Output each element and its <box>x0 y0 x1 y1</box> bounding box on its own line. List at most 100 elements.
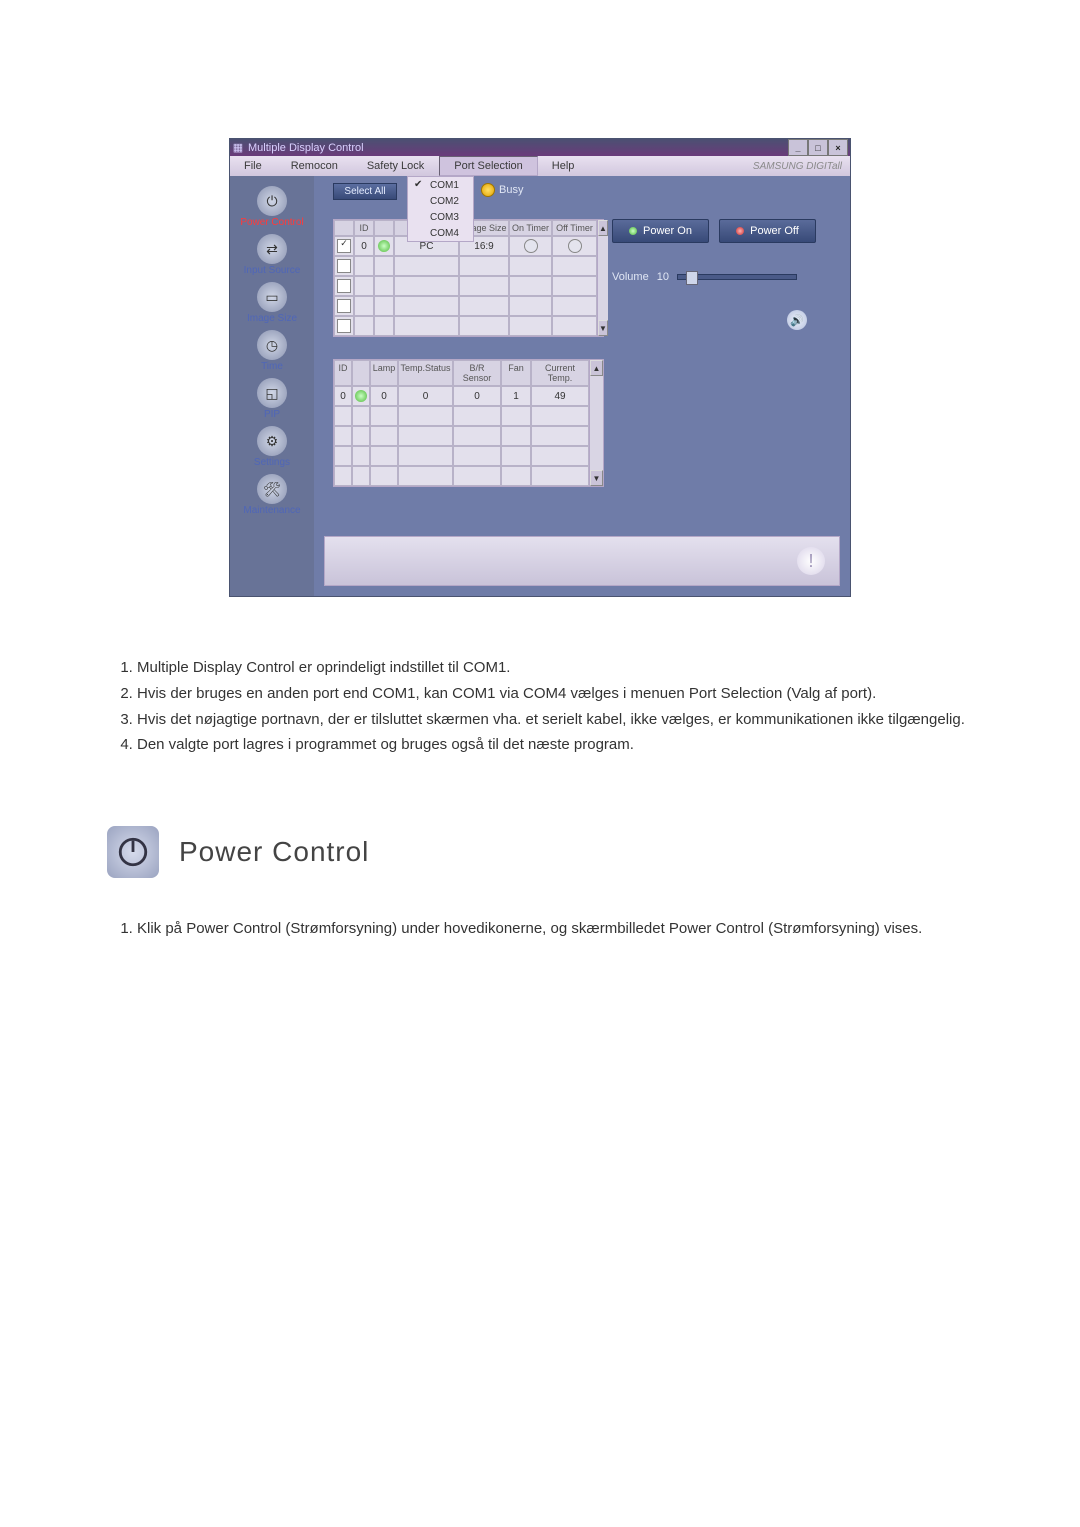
checkbox-empty <box>414 195 426 207</box>
col-fan: Fan <box>501 360 531 386</box>
pip-icon: ◱ <box>257 378 287 408</box>
power-icon: ⏻ <box>257 186 287 216</box>
volume-control: Volume 10 <box>612 271 820 283</box>
col-off-timer: Off Timer <box>552 220 597 236</box>
menu-port-selection[interactable]: Port Selection <box>439 156 537 176</box>
document-text: Klik på Power Control (Strømforsyning) u… <box>97 918 983 940</box>
speaker-button[interactable]: 🔊 <box>787 310 807 330</box>
port-com2[interactable]: COM2 <box>408 193 473 209</box>
row-checkbox[interactable] <box>337 299 351 313</box>
app-window: ▦ Multiple Display Control _ □ × File Re… <box>229 138 851 597</box>
port-label: COM2 <box>430 196 459 207</box>
col-id: ID <box>354 220 374 236</box>
sidebar: ⏻ Power Control ⇄ Input Source ▭ Image S… <box>230 176 314 596</box>
list-item: Klik på Power Control (Strømforsyning) u… <box>137 918 973 940</box>
port-label: COM3 <box>430 212 459 223</box>
section-title: Power Control <box>179 836 369 868</box>
sidebar-item-maintenance[interactable]: 🛠 Maintenance <box>230 470 314 518</box>
led-red-icon <box>736 227 744 235</box>
speaker-icon: 🔊 <box>790 314 804 327</box>
sidebar-item-label: Settings <box>254 457 290 468</box>
titlebar[interactable]: ▦ Multiple Display Control _ □ × <box>230 139 850 156</box>
maximize-button[interactable]: □ <box>808 139 828 156</box>
list-item: Multiple Display Control er oprindeligt … <box>137 657 973 679</box>
checkmark-icon: ✔ <box>414 179 426 191</box>
status-bar: ! <box>324 536 840 586</box>
table-row[interactable] <box>334 296 597 316</box>
minimize-button[interactable]: _ <box>788 139 808 156</box>
list-item: Hvis der bruges en anden port end COM1, … <box>137 683 973 705</box>
sidebar-item-label: PIP <box>264 409 280 420</box>
volume-slider[interactable] <box>677 274 797 280</box>
table-row[interactable] <box>334 426 589 446</box>
section-header: Power Control <box>107 826 983 878</box>
sidebar-item-input-source[interactable]: ⇄ Input Source <box>230 230 314 278</box>
wrench-icon: 🛠 <box>257 474 287 504</box>
table-row[interactable] <box>334 276 597 296</box>
busy-indicator: Busy <box>481 183 523 197</box>
app-icon: ▦ <box>232 142 244 154</box>
scrollbar[interactable]: ▲ ▼ <box>597 220 608 336</box>
cell-id: 0 <box>354 236 374 256</box>
menu-remocon[interactable]: Remocon <box>277 156 353 176</box>
table-row[interactable] <box>334 256 597 276</box>
image-size-icon: ▭ <box>257 282 287 312</box>
menu-safety-lock[interactable]: Safety Lock <box>353 156 439 176</box>
scroll-up-button[interactable]: ▲ <box>590 360 603 376</box>
volume-value: 10 <box>657 271 669 283</box>
table-row[interactable] <box>334 466 589 486</box>
brand-label: SAMSUNG DIGITall <box>753 156 850 176</box>
scroll-down-button[interactable]: ▼ <box>598 320 608 336</box>
scrollbar[interactable]: ▲ ▼ <box>589 360 603 486</box>
menu-help[interactable]: Help <box>538 156 590 176</box>
port-com4[interactable]: COM4 <box>408 225 473 241</box>
table-row[interactable] <box>334 316 597 336</box>
sidebar-item-image-size[interactable]: ▭ Image Size <box>230 278 314 326</box>
slider-thumb[interactable] <box>686 271 698 285</box>
button-label: Power Off <box>750 225 799 237</box>
menu-file[interactable]: File <box>230 156 277 176</box>
select-all-button[interactable]: Select All <box>333 183 397 200</box>
col-temp-status: Temp.Status <box>398 360 453 386</box>
col-br-sensor: B/R Sensor <box>453 360 501 386</box>
busy-label: Busy <box>499 184 523 196</box>
timer-off-icon <box>568 239 582 253</box>
power-off-button[interactable]: Power Off <box>719 219 816 243</box>
scroll-down-button[interactable]: ▼ <box>590 470 603 486</box>
scroll-up-button[interactable]: ▲ <box>598 220 608 236</box>
cell-fan: 1 <box>501 386 531 406</box>
sidebar-item-time[interactable]: ◷ Time <box>230 326 314 374</box>
busy-dot-icon <box>481 183 495 197</box>
close-button[interactable]: × <box>828 139 848 156</box>
status-table: ID Lamp Temp.Status B/R Sensor Fan Curre… <box>333 359 604 487</box>
input-icon: ⇄ <box>257 234 287 264</box>
row-checkbox[interactable] <box>337 319 351 333</box>
col-lamp: Lamp <box>370 360 398 386</box>
sidebar-item-pip[interactable]: ◱ PIP <box>230 374 314 422</box>
row-checkbox[interactable] <box>337 239 351 253</box>
port-com1[interactable]: ✔ COM1 <box>408 177 473 193</box>
document-text: Multiple Display Control er oprindeligt … <box>97 657 983 756</box>
list-item: Den valgte port lagres i programmet og b… <box>137 734 973 756</box>
volume-label: Volume <box>612 271 649 283</box>
table-row[interactable]: 0 0 0 0 1 49 <box>334 386 589 406</box>
sidebar-item-label: Time <box>261 361 283 372</box>
row-checkbox[interactable] <box>337 279 351 293</box>
port-com3[interactable]: COM3 <box>408 209 473 225</box>
port-label: COM4 <box>430 228 459 239</box>
table-row[interactable] <box>334 446 589 466</box>
menubar: File Remocon Safety Lock Port Selection … <box>230 156 850 176</box>
col-led <box>352 360 370 386</box>
checkbox-empty <box>414 211 426 223</box>
sidebar-item-settings[interactable]: ⚙ Settings <box>230 422 314 470</box>
list-item: Hvis det nøjagtige portnavn, der er tils… <box>137 709 973 731</box>
sidebar-item-power-control[interactable]: ⏻ Power Control <box>230 182 314 230</box>
warning-icon: ! <box>797 547 825 575</box>
sidebar-item-label: Image Size <box>247 313 297 324</box>
power-on-button[interactable]: Power On <box>612 219 709 243</box>
col-on-timer: On Timer <box>509 220 552 236</box>
cell-br-sensor: 0 <box>453 386 501 406</box>
table-row[interactable] <box>334 406 589 426</box>
port-dropdown: ✔ COM1 COM2 COM3 COM4 <box>407 176 474 242</box>
row-checkbox[interactable] <box>337 259 351 273</box>
